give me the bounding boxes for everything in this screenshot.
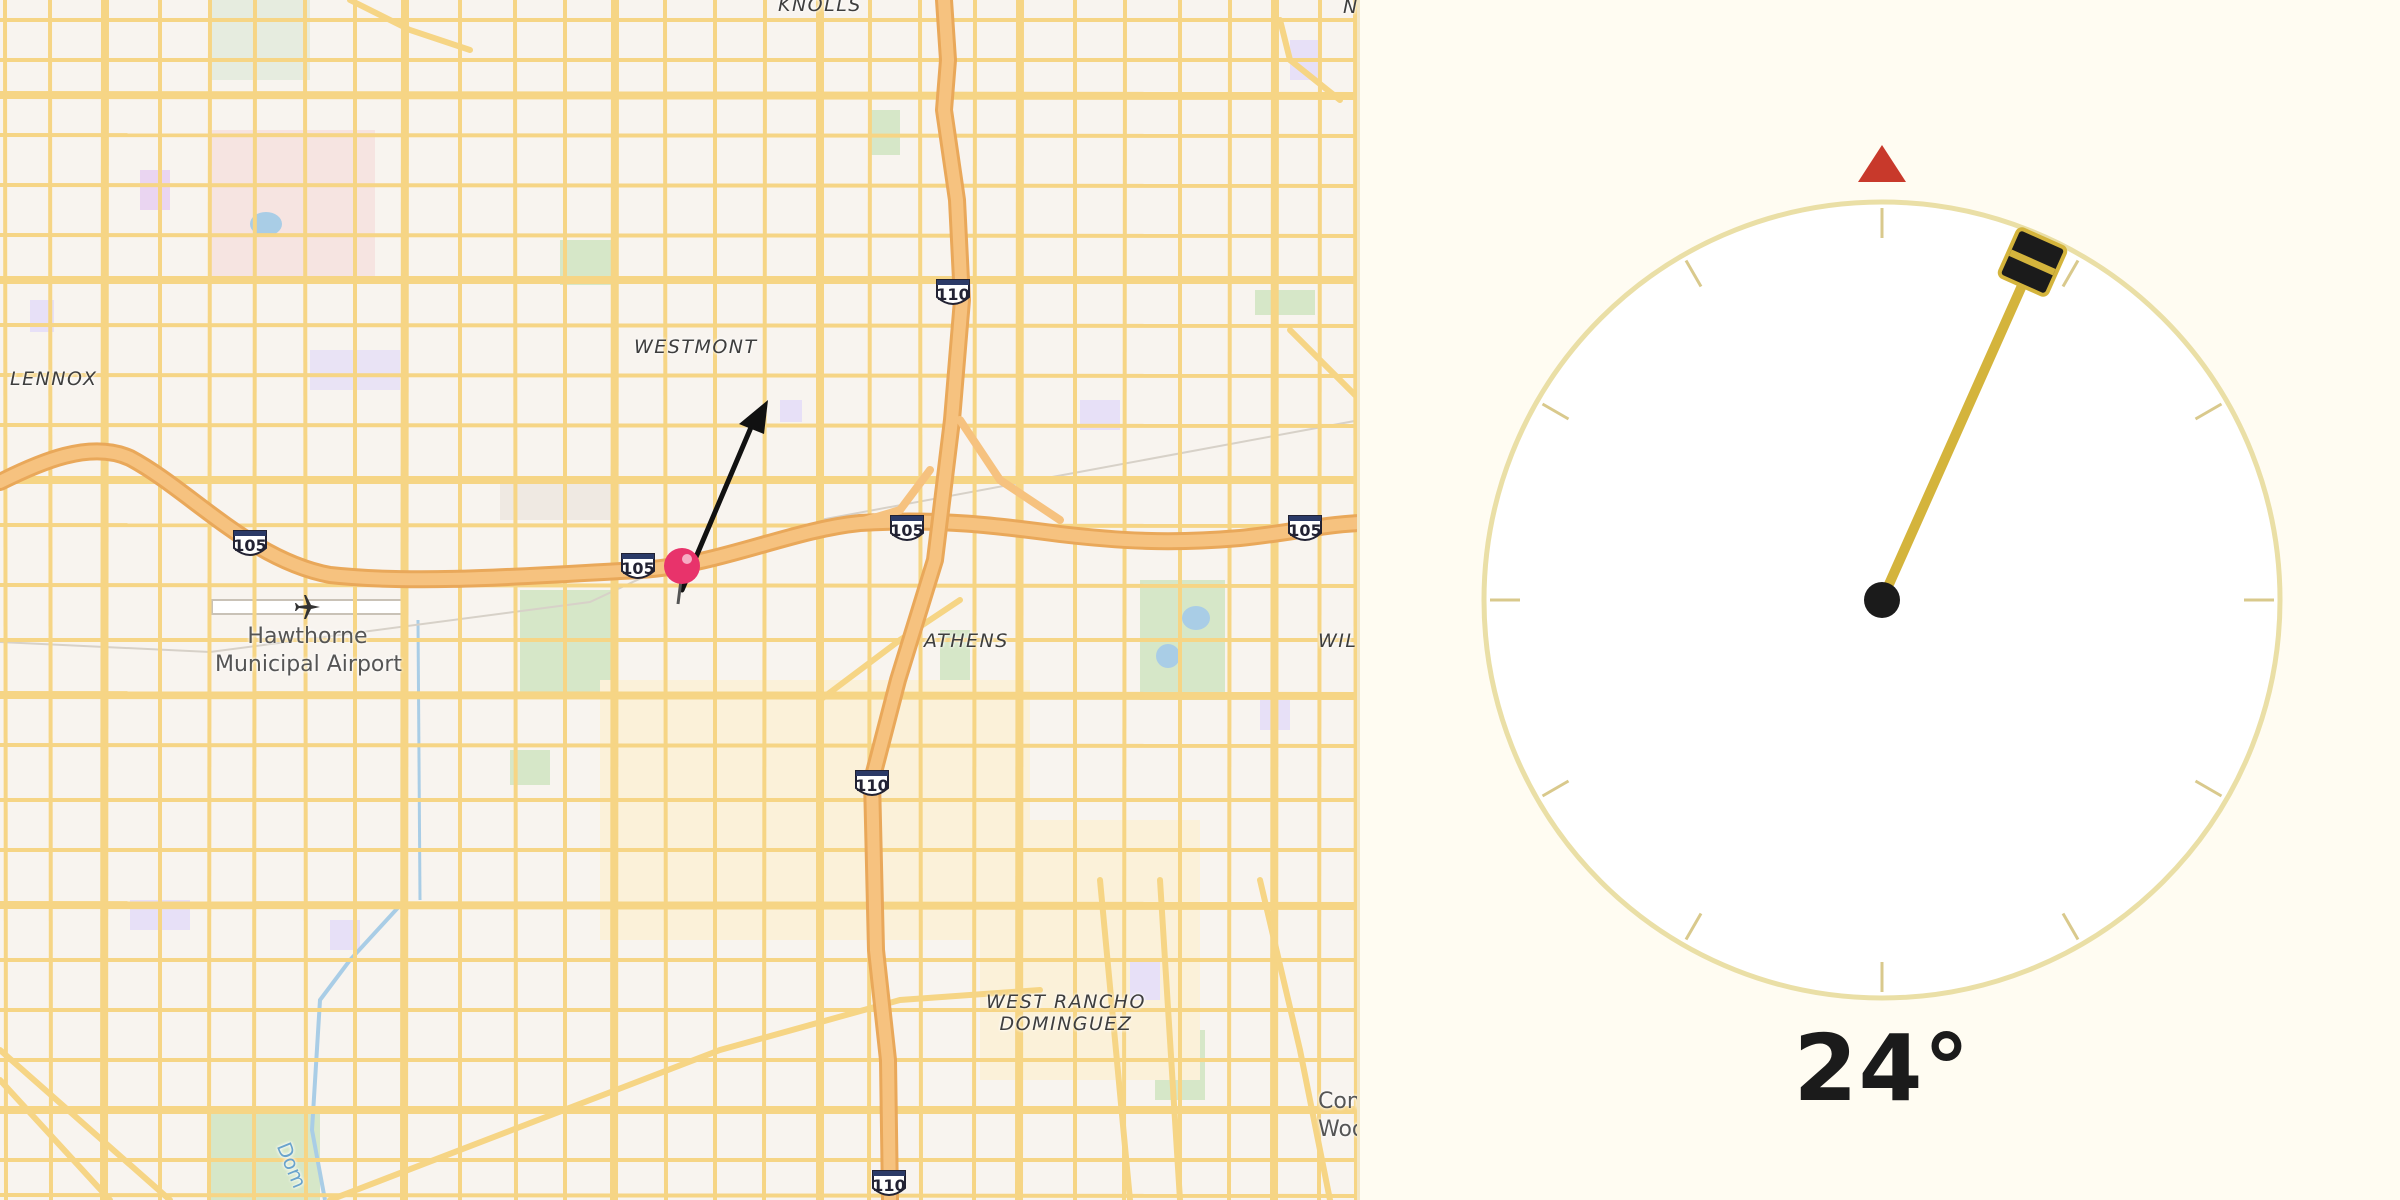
poi-label-partial-line1: Con bbox=[1318, 1089, 1360, 1114]
shield-number: 110 bbox=[855, 776, 889, 795]
place-label-athens: ATHENS bbox=[924, 630, 1009, 652]
interstate-shield-105: 105 bbox=[1286, 513, 1324, 545]
interstate-shield-105: 105 bbox=[231, 528, 269, 560]
shield-number: 110 bbox=[872, 1176, 906, 1195]
interstate-shield-110: 110 bbox=[934, 277, 972, 309]
airplane-icon bbox=[295, 595, 320, 619]
shield-number: 105 bbox=[621, 559, 655, 578]
interstate-shield-105: 105 bbox=[619, 551, 657, 583]
shield-number: 105 bbox=[1288, 521, 1322, 540]
place-label-west-rancho-dominguez: WEST RANCHO DOMINGUEZ bbox=[986, 991, 1146, 1035]
shield-number: 105 bbox=[890, 521, 924, 540]
poi-label-partial: Con Woodle bbox=[1318, 1088, 1360, 1144]
place-label-westmont: WESTMONT bbox=[634, 336, 758, 358]
shield-number: 110 bbox=[936, 285, 970, 304]
place-label-lennox: LENNOX bbox=[10, 368, 98, 390]
poi-label-partial-line2: Woodle bbox=[1318, 1117, 1357, 1142]
interstate-shield-110: 110 bbox=[853, 768, 891, 800]
place-label-knolls: KNOLLS bbox=[778, 0, 862, 16]
heading-readout: 24° bbox=[1793, 1015, 1971, 1122]
airport-label-line2: Municipal Airport bbox=[215, 652, 403, 677]
airport-label-line1: Hawthorne bbox=[247, 624, 368, 649]
interstate-shield-105: 105 bbox=[888, 513, 926, 545]
map-canvas[interactable] bbox=[0, 0, 1360, 1200]
place-label-wil: WIL bbox=[1318, 630, 1358, 652]
place-label-n: N bbox=[1343, 0, 1359, 18]
map-pin-icon[interactable] bbox=[664, 548, 700, 605]
airport-label: Hawthorne Municipal Airport bbox=[215, 623, 403, 679]
interstate-shield-110: 110 bbox=[870, 1168, 908, 1200]
shield-number: 105 bbox=[233, 536, 267, 555]
map-view[interactable]: KNOLLS N WESTMONT LENNOX ATHENS WIL WEST… bbox=[0, 0, 1360, 1200]
